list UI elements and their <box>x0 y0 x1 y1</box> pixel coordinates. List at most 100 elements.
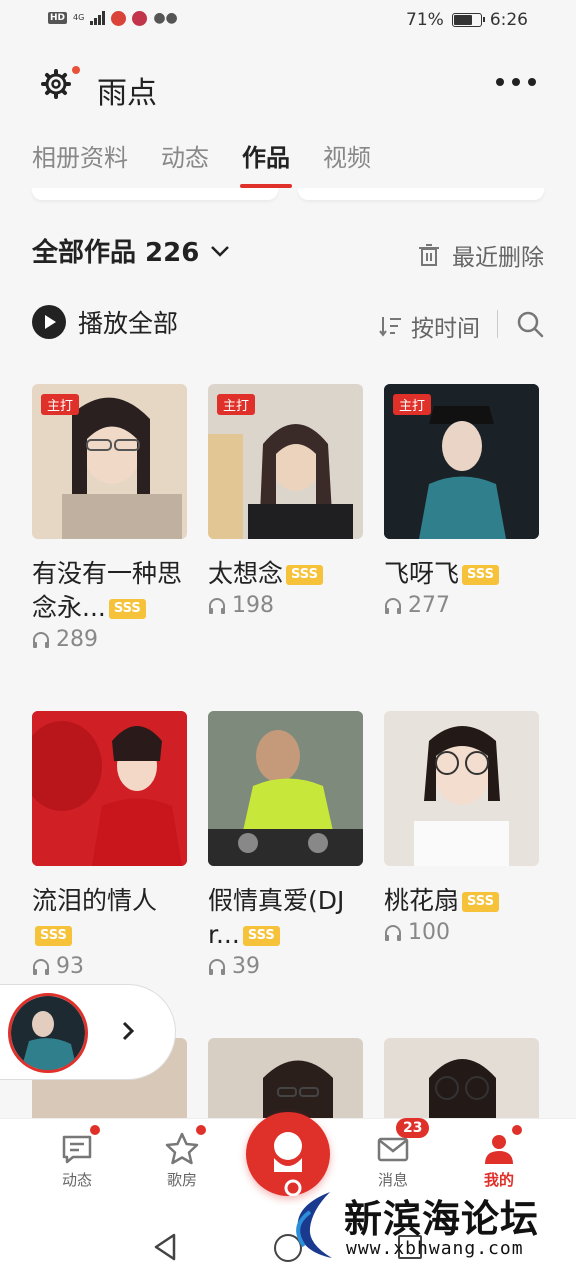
work-cover: 主打 <box>208 384 363 539</box>
work-title: 有没有一种思念永... <box>32 559 183 622</box>
more-icon[interactable] <box>496 78 536 86</box>
work-cover: 主打 <box>384 384 539 539</box>
work-title-block: 飞呀飞 SSS <box>384 557 539 591</box>
chevron-right-icon[interactable] <box>118 1019 138 1043</box>
tab-feed[interactable]: 动态 <box>161 138 209 188</box>
work-item[interactable]: 桃花扇 SSS 100 <box>384 711 539 945</box>
watermark-text: 新滨海论坛 <box>344 1197 540 1241</box>
play-count-value: 100 <box>408 920 450 945</box>
play-count-value: 198 <box>232 593 274 618</box>
headphones-icon <box>33 958 49 975</box>
mini-player-cover[interactable] <box>8 993 88 1073</box>
watermark-url: www.xbhwang.com <box>346 1238 524 1259</box>
signal-icon <box>90 11 106 25</box>
settings-notification-dot <box>72 66 80 74</box>
headphones-icon <box>209 958 225 975</box>
recent-delete-button[interactable]: 最近删除 <box>418 238 544 272</box>
work-title-block: 假情真爱(DJ r... SSS <box>208 884 363 952</box>
play-count: 93 <box>32 954 187 979</box>
app-notification-icon <box>132 10 148 26</box>
back-icon[interactable] <box>152 1232 178 1262</box>
hd-indicator: HD <box>48 12 68 24</box>
tab-label: 歌房 <box>166 1171 197 1189</box>
headphones-icon <box>33 631 49 648</box>
card-strip <box>32 188 544 202</box>
play-count-value: 277 <box>408 593 450 618</box>
work-title-block: 有没有一种思念永... SSS <box>32 557 187 625</box>
tab-album[interactable]: 相册资料 <box>32 138 128 188</box>
battery-icon <box>451 13 485 27</box>
recent-delete-label: 最近删除 <box>452 245 544 271</box>
app-notification-icon <box>111 10 127 26</box>
card-edge <box>298 188 544 200</box>
sss-badge: SSS <box>462 565 499 585</box>
person-icon <box>485 1135 513 1164</box>
play-count: 100 <box>384 920 539 945</box>
main-badge: 主打 <box>41 394 80 415</box>
play-count: 39 <box>208 954 363 979</box>
gear-icon[interactable] <box>40 68 72 100</box>
play-count: 277 <box>384 593 539 618</box>
mini-player[interactable] <box>0 984 176 1080</box>
works-count-label: 全部作品 226 <box>32 238 200 268</box>
sss-badge: SSS <box>242 926 280 946</box>
work-cover <box>384 711 539 866</box>
trash-icon <box>419 244 439 266</box>
header: 雨点 <box>0 52 576 122</box>
work-item[interactable]: 主打 有没有一种思念永... SSS 289 <box>32 384 187 652</box>
microphone-person-icon <box>274 1132 302 1197</box>
work-title-block: 桃花扇 SSS <box>384 884 539 918</box>
tab-feed-bottom[interactable]: 动态 <box>37 1131 117 1190</box>
card-edge <box>32 188 278 200</box>
play-count-value: 93 <box>56 954 84 979</box>
work-item[interactable]: 假情真爱(DJ r... SSS 39 <box>208 711 363 979</box>
headphones-icon <box>385 924 401 941</box>
battery-percent: 71% <box>406 10 444 30</box>
page-title: 雨点 <box>97 76 157 111</box>
network-type: 4G <box>73 13 85 22</box>
sss-badge: SSS <box>286 565 323 585</box>
work-item[interactable]: 流泪的情人 SSS 93 <box>32 711 187 979</box>
work-title: 流泪的情人 <box>32 886 158 915</box>
main-badge: 主打 <box>393 394 432 415</box>
record-button[interactable] <box>238 1104 338 1204</box>
tab-messages[interactable]: 消息 <box>353 1131 433 1190</box>
sort-icon <box>379 317 401 337</box>
watermark: 新滨海论坛 www.xbhwang.com <box>280 1186 570 1266</box>
work-title-block: 流泪的情人 SSS <box>32 884 187 952</box>
play-count: 289 <box>32 627 187 652</box>
notification-dot <box>512 1125 522 1135</box>
chat-icon <box>62 1135 92 1164</box>
tab-video[interactable]: 视频 <box>323 138 371 188</box>
divider <box>497 310 498 338</box>
sss-badge: SSS <box>108 599 146 619</box>
work-cover <box>32 711 187 866</box>
tab-mine[interactable]: 我的 <box>459 1131 539 1190</box>
work-title: 飞呀飞 <box>384 559 460 588</box>
work-title-block: 太想念 SSS <box>208 557 363 591</box>
wechat-icon: ●● <box>153 10 178 26</box>
work-item[interactable]: 主打 太想念 SSS 198 <box>208 384 363 618</box>
works-header: 全部作品 226 最近删除 <box>32 232 544 276</box>
work-item[interactable]: 主打 飞呀飞 SSS 277 <box>384 384 539 618</box>
play-count: 198 <box>208 593 363 618</box>
tab-works[interactable]: 作品 <box>240 138 292 188</box>
play-count-value: 39 <box>232 954 260 979</box>
sss-badge: SSS <box>462 892 499 912</box>
notification-dot <box>90 1125 100 1135</box>
headphones-icon <box>385 597 401 614</box>
play-icon <box>32 305 66 339</box>
sort-button[interactable]: 按时间 <box>379 309 480 343</box>
works-filter[interactable]: 全部作品 226 <box>32 232 231 269</box>
search-icon[interactable] <box>516 310 544 338</box>
message-count-badge: 23 <box>396 1118 430 1138</box>
star-icon <box>165 1132 199 1165</box>
tab-room[interactable]: 歌房 <box>142 1131 222 1190</box>
profile-tabs: 相册资料 动态 作品 视频 <box>32 138 371 188</box>
work-cover <box>208 711 363 866</box>
work-title: 桃花扇 <box>384 886 460 915</box>
chevron-down-icon <box>211 245 230 257</box>
notification-dot <box>196 1125 206 1135</box>
watermark-logo <box>296 1192 332 1258</box>
headphones-icon <box>209 597 225 614</box>
